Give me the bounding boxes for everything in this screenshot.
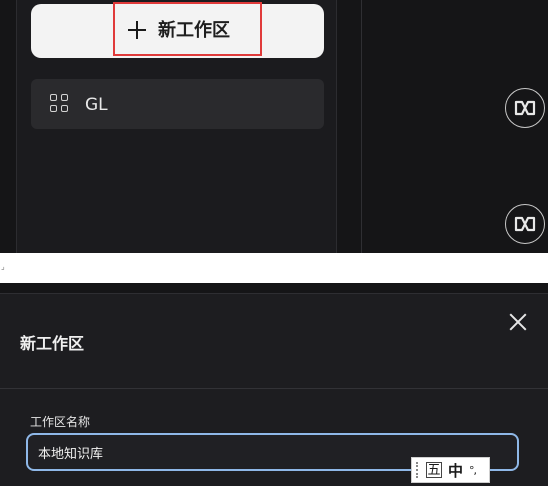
ime-mode-indicator[interactable]: 五	[426, 462, 442, 478]
workspace-item-gl[interactable]	[31, 79, 324, 129]
highlight-box	[113, 2, 262, 56]
ime-grip-handle[interactable]	[416, 462, 420, 478]
dialog-divider	[0, 388, 548, 389]
workspace-item-label: GL	[85, 95, 108, 115]
close-icon[interactable]	[509, 313, 527, 331]
ime-language-indicator[interactable]: 中	[448, 460, 463, 481]
dialog-title: 新工作区	[20, 334, 85, 353]
ime-toolbar[interactable]: 五 中 °,	[411, 457, 490, 483]
grid-icon	[50, 94, 70, 114]
workspace-switch-icon-2[interactable]	[505, 204, 545, 244]
link-icon	[514, 100, 536, 116]
corner-mark: ⌟	[1, 262, 5, 271]
panel-divider	[361, 0, 362, 253]
link-icon	[514, 216, 536, 232]
ime-punctuation-indicator[interactable]: °,	[469, 464, 477, 477]
workspace-switch-icon[interactable]	[505, 88, 545, 128]
workspace-name-label: 工作区名称	[30, 415, 91, 429]
